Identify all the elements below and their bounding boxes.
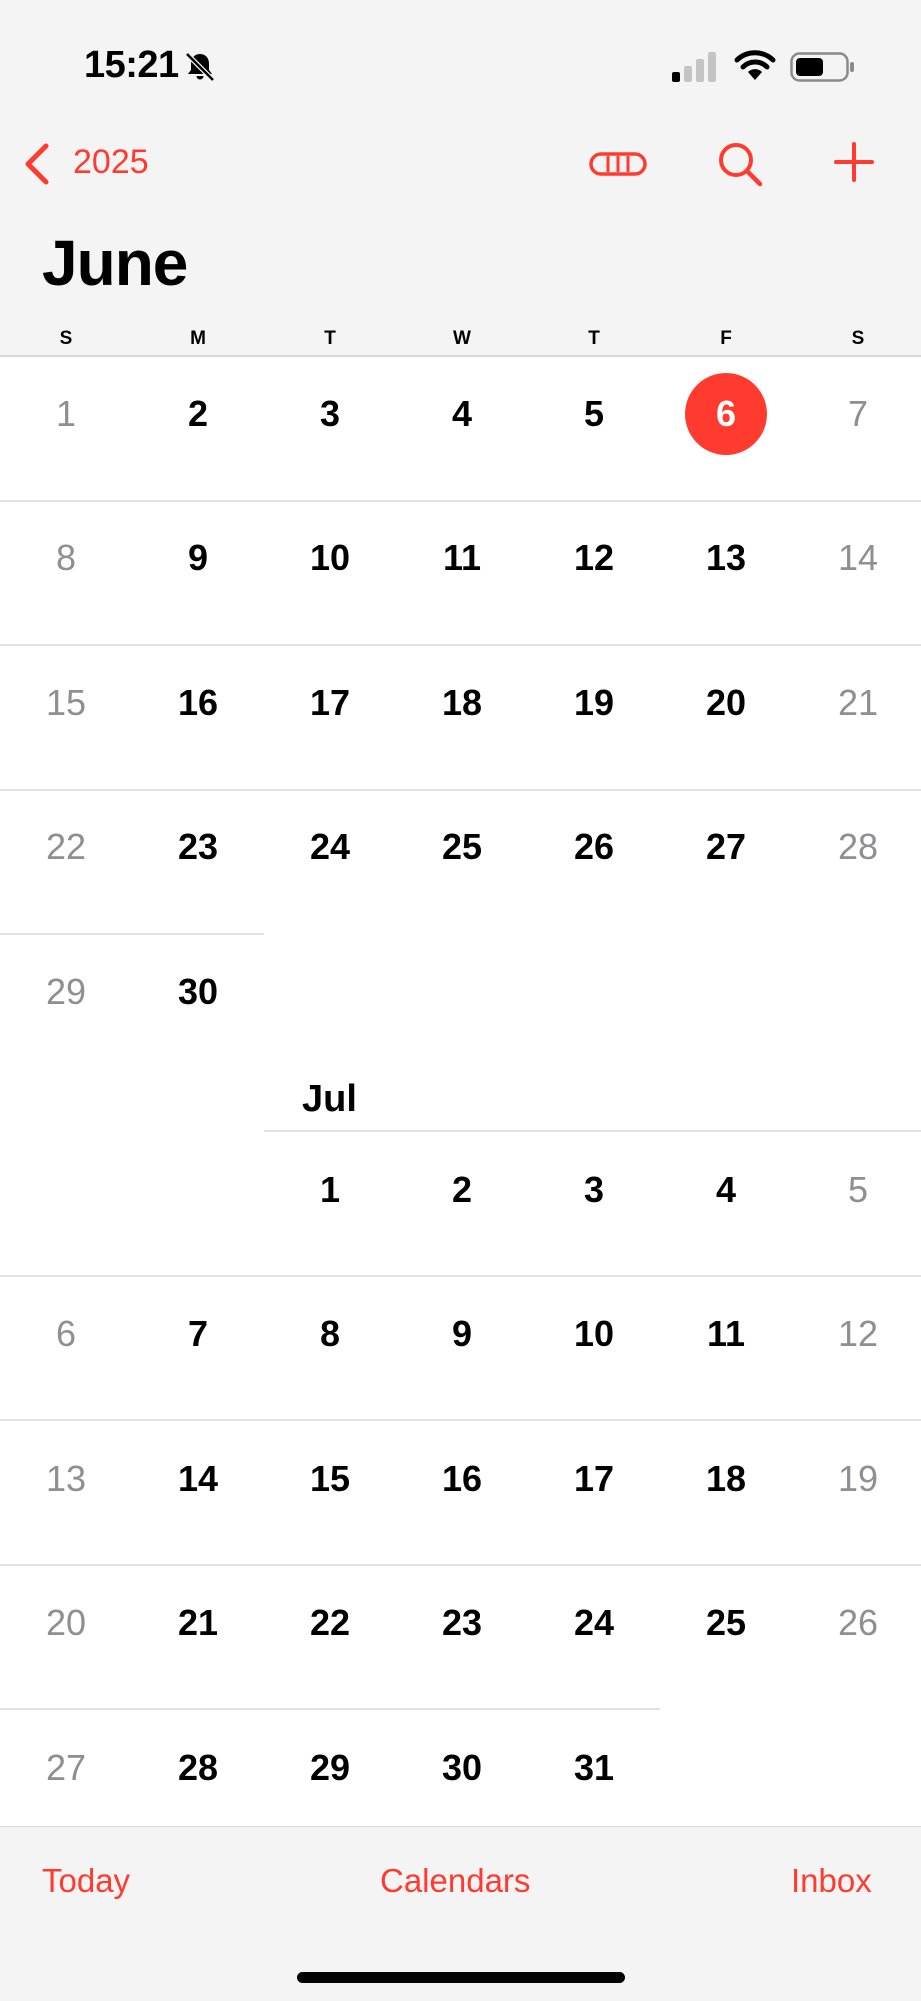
day-cell[interactable]: 20 xyxy=(0,1601,132,1645)
day-cell[interactable]: 27 xyxy=(0,1746,132,1790)
day-cell[interactable]: 18 xyxy=(660,1457,792,1501)
day-cell[interactable]: 26 xyxy=(792,1601,921,1645)
signal-icon xyxy=(672,52,716,82)
weekday-label: S xyxy=(851,328,865,349)
day-cell[interactable]: 12 xyxy=(792,1312,921,1356)
back-year-label[interactable]: 2025 xyxy=(73,143,149,182)
weekday-label: F xyxy=(720,328,732,349)
day-cell[interactable]: 15 xyxy=(0,681,132,725)
day-cell[interactable]: 16 xyxy=(396,1457,528,1501)
day-cell[interactable]: 8 xyxy=(264,1312,396,1356)
week-divider xyxy=(0,1275,921,1277)
bell-slash-icon xyxy=(185,52,215,82)
weekday-label: W xyxy=(453,328,471,349)
day-cell[interactable]: 11 xyxy=(660,1312,792,1356)
day-cell[interactable]: 19 xyxy=(528,681,660,725)
week-divider xyxy=(0,644,921,646)
week-divider xyxy=(0,789,921,791)
chevron-left-icon xyxy=(25,143,49,185)
weekday-label: M xyxy=(190,328,206,349)
day-cell[interactable]: 25 xyxy=(396,825,528,869)
battery-icon xyxy=(790,52,854,82)
today-cell[interactable]: 6 xyxy=(660,392,792,436)
weekday-label: S xyxy=(59,328,73,349)
day-cell[interactable]: 22 xyxy=(264,1601,396,1645)
week-divider xyxy=(0,500,921,502)
week-divider xyxy=(0,1419,921,1421)
day-cell[interactable]: 19 xyxy=(792,1457,921,1501)
inbox-button[interactable]: Inbox xyxy=(791,1862,872,1900)
day-cell[interactable]: 7 xyxy=(132,1312,264,1356)
day-cell[interactable]: 2 xyxy=(396,1168,528,1212)
day-cell[interactable]: 31 xyxy=(528,1746,660,1790)
day-cell[interactable]: 8 xyxy=(0,536,132,580)
day-cell[interactable]: 20 xyxy=(660,681,792,725)
day-cell[interactable]: 16 xyxy=(132,681,264,725)
day-cell[interactable]: 10 xyxy=(528,1312,660,1356)
back-button[interactable] xyxy=(22,140,52,188)
day-cell[interactable]: 13 xyxy=(0,1457,132,1501)
week-divider xyxy=(0,1564,921,1566)
month-label-july: Jul xyxy=(302,1078,357,1120)
day-cell[interactable]: 13 xyxy=(660,536,792,580)
day-cell[interactable]: 24 xyxy=(264,825,396,869)
day-cell[interactable]: 27 xyxy=(660,825,792,869)
day-cell[interactable]: 14 xyxy=(132,1457,264,1501)
day-cell[interactable]: 21 xyxy=(132,1601,264,1645)
day-cell[interactable]: 23 xyxy=(132,825,264,869)
plus-icon[interactable] xyxy=(834,142,874,182)
page-title: June xyxy=(42,227,188,299)
status-time: 15:21 xyxy=(84,44,179,86)
week-divider xyxy=(0,933,264,935)
day-cell[interactable]: 17 xyxy=(264,681,396,725)
day-cell[interactable]: 1 xyxy=(264,1168,396,1212)
day-cell[interactable]: 17 xyxy=(528,1457,660,1501)
calendars-button[interactable]: Calendars xyxy=(380,1862,530,1900)
weekday-label: T xyxy=(324,328,336,349)
weekday-divider xyxy=(0,355,921,357)
day-cell[interactable]: 10 xyxy=(264,536,396,580)
day-cell[interactable]: 18 xyxy=(396,681,528,725)
day-cell[interactable]: 12 xyxy=(528,536,660,580)
week-divider xyxy=(264,1130,921,1132)
day-cell[interactable]: 30 xyxy=(132,970,264,1014)
day-cell[interactable]: 15 xyxy=(264,1457,396,1501)
day-cell[interactable]: 25 xyxy=(660,1601,792,1645)
day-cell[interactable]: 9 xyxy=(132,536,264,580)
today-button[interactable]: Today xyxy=(42,1862,130,1900)
day-cell[interactable]: 9 xyxy=(396,1312,528,1356)
day-cell[interactable]: 6 xyxy=(0,1312,132,1356)
home-indicator xyxy=(297,1972,625,1983)
wifi-icon xyxy=(734,50,776,80)
day-cell[interactable]: 4 xyxy=(396,392,528,436)
day-cell[interactable]: 23 xyxy=(396,1601,528,1645)
day-cell[interactable]: 11 xyxy=(396,536,528,580)
day-cell[interactable]: 7 xyxy=(792,392,921,436)
day-cell[interactable]: 30 xyxy=(396,1746,528,1790)
search-icon[interactable] xyxy=(716,140,764,188)
day-cell[interactable]: 3 xyxy=(264,392,396,436)
day-cell[interactable]: 3 xyxy=(528,1168,660,1212)
day-cell[interactable]: 1 xyxy=(0,392,132,436)
week-divider xyxy=(0,1708,660,1710)
day-cell[interactable]: 4 xyxy=(660,1168,792,1212)
day-cell[interactable]: 29 xyxy=(0,970,132,1014)
day-cell[interactable]: 5 xyxy=(528,392,660,436)
day-cell[interactable]: 28 xyxy=(132,1746,264,1790)
day-cell[interactable]: 21 xyxy=(792,681,921,725)
day-cell[interactable]: 29 xyxy=(264,1746,396,1790)
day-cell[interactable]: 24 xyxy=(528,1601,660,1645)
weekday-label: T xyxy=(588,328,600,349)
day-cell[interactable]: 14 xyxy=(792,536,921,580)
day-cell[interactable]: 28 xyxy=(792,825,921,869)
day-cell[interactable]: 5 xyxy=(792,1168,921,1212)
day-cell[interactable]: 2 xyxy=(132,392,264,436)
day-cell[interactable]: 22 xyxy=(0,825,132,869)
list-view-icon[interactable] xyxy=(589,152,647,176)
day-cell[interactable]: 26 xyxy=(528,825,660,869)
